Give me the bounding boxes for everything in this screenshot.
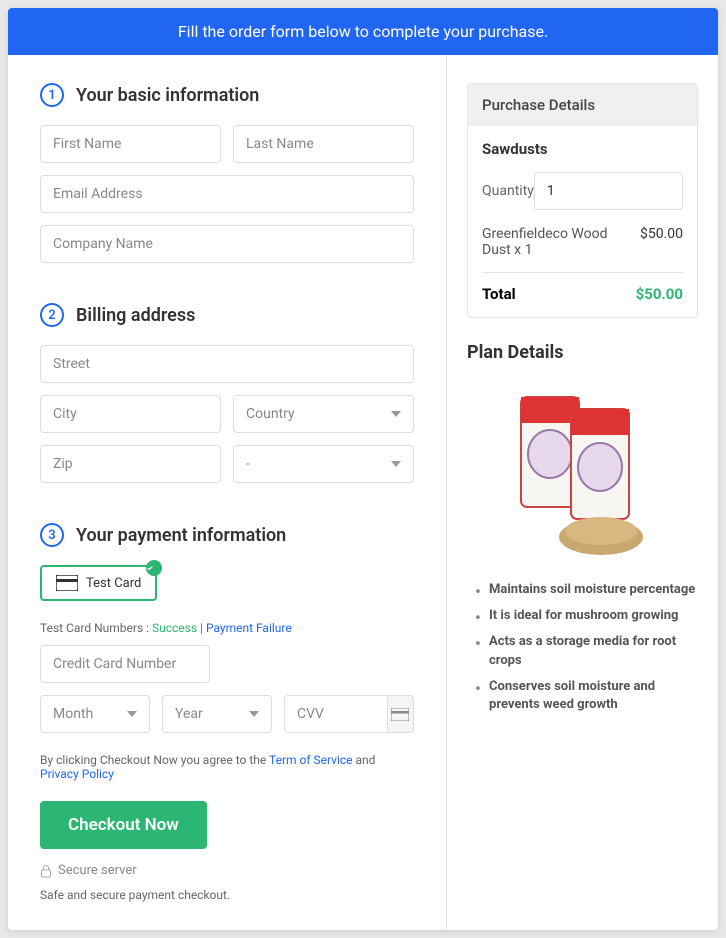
step-1-title: Your basic information	[76, 85, 259, 106]
card-option[interactable]: Test Card	[40, 565, 157, 601]
step-1-number: 1	[40, 83, 64, 107]
zip-input[interactable]	[40, 445, 221, 483]
plan-title: Plan Details	[467, 342, 698, 363]
country-select[interactable]: Country	[233, 395, 414, 433]
cvv-card-icon	[387, 695, 414, 733]
purchase-panel: Purchase Details Sawdusts Quantity Green…	[467, 83, 698, 318]
banner: Fill the order form below to complete yo…	[8, 8, 718, 55]
feature-item: Conserves soil moisture and prevents wee…	[475, 678, 698, 714]
total-amount: $50.00	[636, 285, 683, 303]
product-name: Sawdusts	[482, 140, 683, 158]
form-column: 1 Your basic information 2 Billing addre…	[8, 55, 447, 930]
failure-link[interactable]: Payment Failure	[206, 621, 292, 635]
cvv-input[interactable]	[284, 695, 387, 733]
year-select[interactable]: Year	[162, 695, 272, 733]
quantity-label: Quantity	[482, 183, 534, 199]
step-1-header: 1 Your basic information	[40, 83, 414, 107]
purchase-header: Purchase Details	[468, 84, 697, 126]
line-item: Greenfieldeco Wood Dust x 1 $50.00	[482, 226, 683, 258]
city-input[interactable]	[40, 395, 221, 433]
step-2-number: 2	[40, 303, 64, 327]
credit-card-icon	[56, 575, 78, 591]
privacy-link[interactable]: Privacy Policy	[40, 767, 114, 781]
last-name-input[interactable]	[233, 125, 414, 163]
feature-item: Acts as a storage media for root crops	[475, 633, 698, 669]
test-card-numbers: Test Card Numbers : Success | Payment Fa…	[40, 621, 414, 635]
step-3-title: Your payment information	[76, 525, 286, 546]
street-input[interactable]	[40, 345, 414, 383]
state-select[interactable]: -	[233, 445, 414, 483]
quantity-input[interactable]	[534, 172, 683, 210]
company-input[interactable]	[40, 225, 414, 263]
sidebar: Purchase Details Sawdusts Quantity Green…	[447, 55, 718, 930]
line-item-desc: Greenfieldeco Wood Dust x 1	[482, 226, 622, 258]
total-label: Total	[482, 285, 516, 303]
tos-link[interactable]: Term of Service	[269, 753, 353, 767]
feature-item: It is ideal for mushroom growing	[475, 607, 698, 625]
line-item-price: $50.00	[640, 226, 683, 258]
feature-item: Maintains soil moisture percentage	[475, 581, 698, 599]
email-input[interactable]	[40, 175, 414, 213]
step-3-header: 3 Your payment information	[40, 523, 414, 547]
step-2-header: 2 Billing address	[40, 303, 414, 327]
secure-server: Secure server	[40, 863, 414, 878]
check-badge-icon	[146, 560, 162, 576]
cc-number-input[interactable]	[40, 645, 210, 683]
features-list: Maintains soil moisture percentage It is…	[467, 581, 698, 714]
month-select[interactable]: Month	[40, 695, 150, 733]
card-option-label: Test Card	[86, 576, 141, 591]
first-name-input[interactable]	[40, 125, 221, 163]
checkout-button[interactable]: Checkout Now	[40, 801, 207, 849]
terms-text: By clicking Checkout Now you agree to th…	[40, 753, 414, 781]
step-3-number: 3	[40, 523, 64, 547]
step-2-title: Billing address	[76, 305, 195, 326]
success-link[interactable]: Success	[152, 621, 197, 635]
safe-text: Safe and secure payment checkout.	[40, 888, 414, 902]
plan-image	[467, 379, 698, 563]
lock-icon	[40, 864, 52, 878]
